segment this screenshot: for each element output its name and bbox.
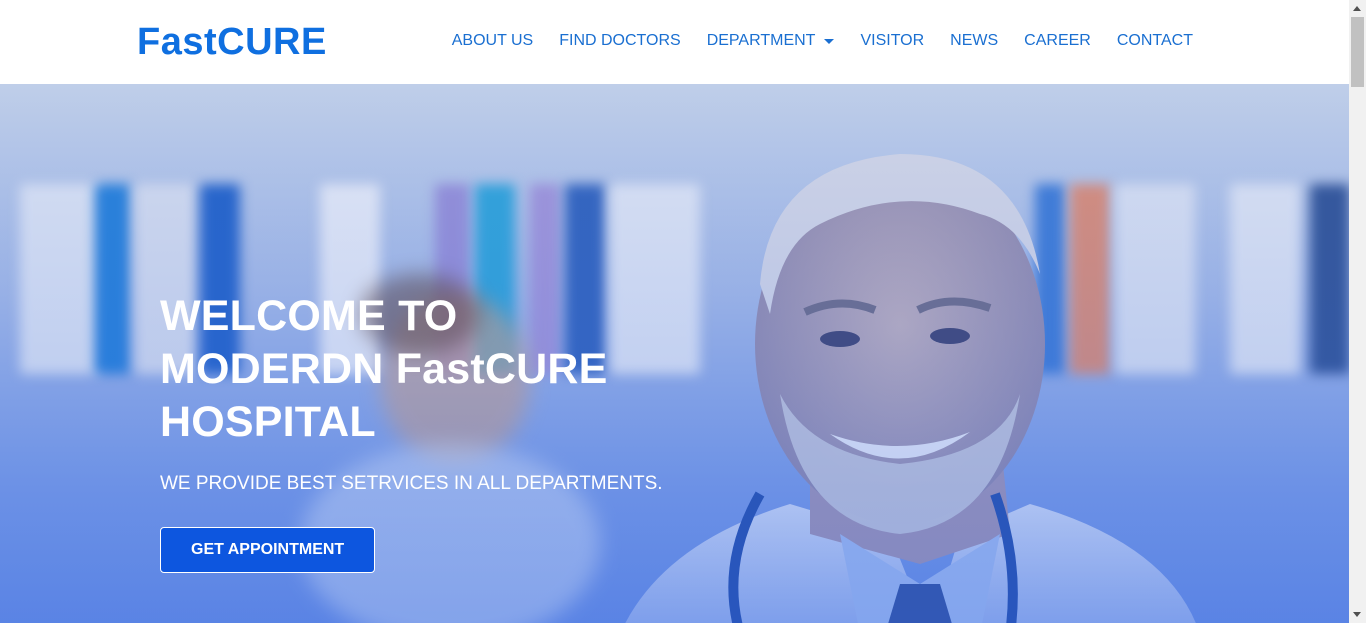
nav-find-doctors-label: FIND DOCTORS — [559, 32, 681, 49]
hero-title-line2: MODERDN FastCURE — [160, 345, 608, 393]
nav-visitor-label: VISITOR — [860, 32, 925, 49]
nav-career[interactable]: CAREER — [1011, 30, 1104, 52]
brand-logo[interactable]: FastCURE — [137, 20, 327, 64]
nav-department-dropdown[interactable]: DEPARTMENT — [694, 30, 848, 52]
nav-about-us-label: ABOUT US — [451, 32, 534, 49]
nav-news-label: NEWS — [950, 32, 999, 49]
hero-title-line3: HOSPITAL — [160, 398, 376, 446]
nav-visitor[interactable]: VISITOR — [847, 30, 937, 52]
nav-department-label: DEPARTMENT — [706, 32, 816, 49]
scrollbar-thumb[interactable] — [1351, 17, 1364, 87]
scroll-down-icon[interactable] — [1353, 612, 1361, 617]
main-nav: ABOUT US FIND DOCTORS DEPARTMENT VISITOR… — [439, 30, 1206, 52]
nav-about-us[interactable]: ABOUT US — [439, 30, 547, 52]
hero-title-line1: WELCOME TO — [160, 292, 458, 340]
get-appointment-button[interactable]: GET APPOINTMENT — [160, 527, 376, 573]
page: FastCURE ABOUT US FIND DOCTORS DEPARTMEN… — [0, 0, 1366, 623]
hero-subtitle: WE PROVIDE BEST SETRVICES IN ALL DEPARTM… — [160, 473, 663, 494]
nav-find-doctors[interactable]: FIND DOCTORS — [546, 30, 693, 52]
scroll-up-icon[interactable] — [1353, 6, 1361, 11]
page-scrollbar[interactable] — [1349, 0, 1366, 623]
nav-career-label: CAREER — [1024, 32, 1091, 49]
nav-contact[interactable]: CONTACT — [1104, 30, 1206, 52]
hero-banner: WELCOME TO MODERDN FastCURE HOSPITAL WE … — [0, 84, 1349, 623]
nav-news[interactable]: NEWS — [937, 30, 1011, 52]
hero-title: WELCOME TO MODERDN FastCURE HOSPITAL — [160, 290, 680, 449]
caret-down-icon — [824, 39, 835, 44]
nav-contact-label: CONTACT — [1116, 32, 1193, 49]
navbar: FastCURE ABOUT US FIND DOCTORS DEPARTMEN… — [0, 0, 1349, 84]
hero-content: WELCOME TO MODERDN FastCURE HOSPITAL WE … — [160, 290, 680, 573]
